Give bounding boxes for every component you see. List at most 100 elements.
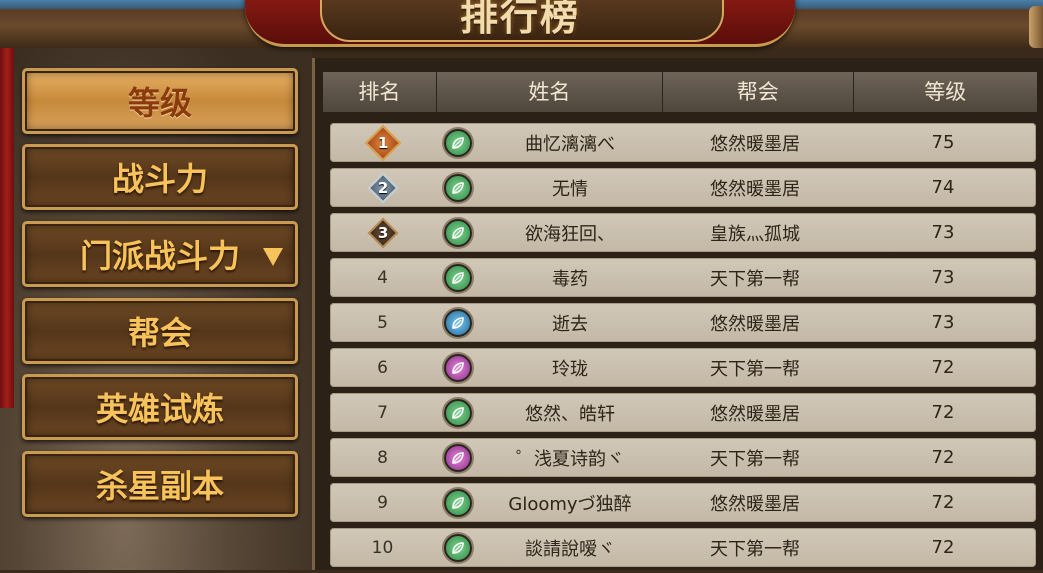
menu-button-sect-combat-power[interactable]: 门派战斗力 (22, 221, 298, 287)
menu-label: 等级 (127, 84, 192, 122)
rank-cell: 10 (330, 528, 435, 567)
dropdown-arrow-icon[interactable] (263, 248, 283, 266)
class-cell (435, 533, 480, 562)
class-cell (435, 488, 480, 517)
rank-number: 3 (377, 223, 388, 242)
table-header: 排名 姓名 帮会 等级 (322, 71, 1038, 113)
table-row[interactable]: 4 毒药 天下第一帮 73 (330, 258, 1036, 297)
rank-number: 4 (377, 267, 388, 288)
level-cell: 72 (931, 357, 955, 378)
purple-class-icon (443, 443, 472, 472)
bronze-medal-icon: 3 (366, 216, 399, 249)
class-cell (435, 128, 480, 157)
table-row[interactable]: 9 Gloomyづ独醉 悠然暖墨居 72 (330, 483, 1036, 522)
header-name: 姓名 (437, 72, 664, 112)
menu-button-kill-star-dungeon[interactable]: 杀星副本 (22, 451, 298, 517)
level-cell: 75 (931, 132, 955, 153)
rank-number: 9 (377, 492, 388, 513)
rank-cell: 5 (330, 303, 435, 342)
guild-cell: 天下第一帮 (710, 448, 800, 470)
guild-cell: 天下第一帮 (710, 358, 800, 380)
class-cell (435, 173, 480, 202)
table-row[interactable]: 6 玲珑 天下第一帮 72 (330, 348, 1036, 387)
level-cell: 72 (931, 492, 955, 513)
name-cell: 談請說嗳ヾ (525, 538, 615, 560)
menu-label: 帮会 (127, 314, 192, 352)
name-cell: 逝去 (552, 313, 588, 335)
table-row[interactable]: 8 ゜浅夏诗韵ヾ 天下第一帮 72 (330, 438, 1036, 477)
rank-number: 5 (377, 312, 388, 333)
table-row[interactable]: 2 无情 悠然暖墨居 74 (330, 168, 1036, 207)
level-cell: 73 (931, 222, 955, 243)
guild-cell: 悠然暖墨居 (710, 403, 800, 425)
green-class-icon (443, 218, 472, 247)
guild-cell: 天下第一帮 (710, 538, 800, 560)
level-cell: 72 (931, 447, 955, 468)
class-cell (435, 398, 480, 427)
rank-cell: 6 (330, 348, 435, 387)
header-guild: 帮会 (663, 72, 854, 112)
rank-number: 2 (377, 178, 388, 197)
name-cell: 无情 (552, 178, 588, 200)
level-cell: 72 (931, 537, 955, 558)
green-class-icon (443, 128, 472, 157)
header-rank: 排名 (323, 72, 437, 112)
name-cell: 玲珑 (552, 358, 588, 380)
rank-cell: 1 (330, 123, 435, 162)
green-class-icon (443, 398, 472, 427)
purple-class-icon (443, 353, 472, 382)
red-curtain-decoration (0, 48, 14, 408)
guild-cell: 悠然暖墨居 (710, 493, 800, 515)
name-cell: 欲海狂回、 (525, 223, 615, 245)
level-cell: 74 (931, 177, 955, 198)
blue-class-icon (443, 308, 472, 337)
rank-number: 1 (377, 133, 388, 152)
green-class-icon (443, 533, 472, 562)
name-cell: Gloomyづ独醉 (508, 493, 632, 515)
class-cell (435, 443, 480, 472)
guild-cell: 天下第一帮 (710, 268, 800, 290)
table-row[interactable]: 5 逝去 悠然暖墨居 73 (330, 303, 1036, 342)
table-row[interactable]: 1 曲忆漓漓べ 悠然暖墨居 75 (330, 123, 1036, 162)
header-level: 等级 (924, 80, 967, 104)
guild-cell: 悠然暖墨居 (710, 133, 800, 155)
level-cell: 73 (931, 312, 955, 333)
level-cell: 73 (931, 267, 955, 288)
rank-cell: 4 (330, 258, 435, 297)
gold-medal-icon: 1 (364, 124, 401, 161)
rank-number: 6 (377, 357, 388, 378)
ranking-list: 1 曲忆漓漓べ 悠然暖墨居 75 2 无情 悠然暖墨居 74 3 欲海狂回、 皇族灬孤城 73 4 毒药天… (330, 123, 1036, 573)
guild-cell: 悠然暖墨居 (710, 178, 800, 200)
green-class-icon (443, 173, 472, 202)
silver-medal-icon: 2 (366, 171, 399, 204)
close-icon[interactable] (1029, 6, 1043, 48)
name-cell: ゜浅夏诗韵ヾ (516, 448, 624, 470)
rank-cell: 2 (330, 168, 435, 207)
menu-button-hero-trial[interactable]: 英雄试炼 (22, 374, 298, 440)
rank-cell: 8 (330, 438, 435, 477)
rank-number: 8 (377, 447, 388, 468)
table-row[interactable]: 10 談請說嗳ヾ 天下第一帮 72 (330, 528, 1036, 567)
level-cell: 72 (931, 402, 955, 423)
class-cell (435, 218, 480, 247)
green-class-icon (443, 263, 472, 292)
name-cell: 曲忆漓漓べ (525, 133, 615, 155)
rank-number: 7 (377, 402, 388, 423)
rank-cell: 9 (330, 483, 435, 522)
class-cell (435, 263, 480, 292)
table-row[interactable]: 7 悠然、皓轩 悠然暖墨居 72 (330, 393, 1036, 432)
rank-cell: 7 (330, 393, 435, 432)
menu-button-combat-power[interactable]: 战斗力 (22, 144, 298, 210)
menu-label: 门派战斗力 (79, 237, 240, 275)
guild-cell: 悠然暖墨居 (710, 313, 800, 335)
class-cell (435, 308, 480, 337)
guild-cell: 皇族灬孤城 (710, 223, 800, 245)
rank-number: 10 (371, 537, 394, 558)
menu-label: 战斗力 (111, 160, 208, 198)
menu-button-guild[interactable]: 帮会 (22, 298, 298, 364)
table-row[interactable]: 3 欲海狂回、 皇族灬孤城 73 (330, 213, 1036, 252)
menu-label: 杀星副本 (95, 467, 224, 505)
menu-button-level[interactable]: 等级 (22, 68, 298, 134)
name-cell: 毒药 (552, 268, 588, 290)
green-class-icon (443, 488, 472, 517)
